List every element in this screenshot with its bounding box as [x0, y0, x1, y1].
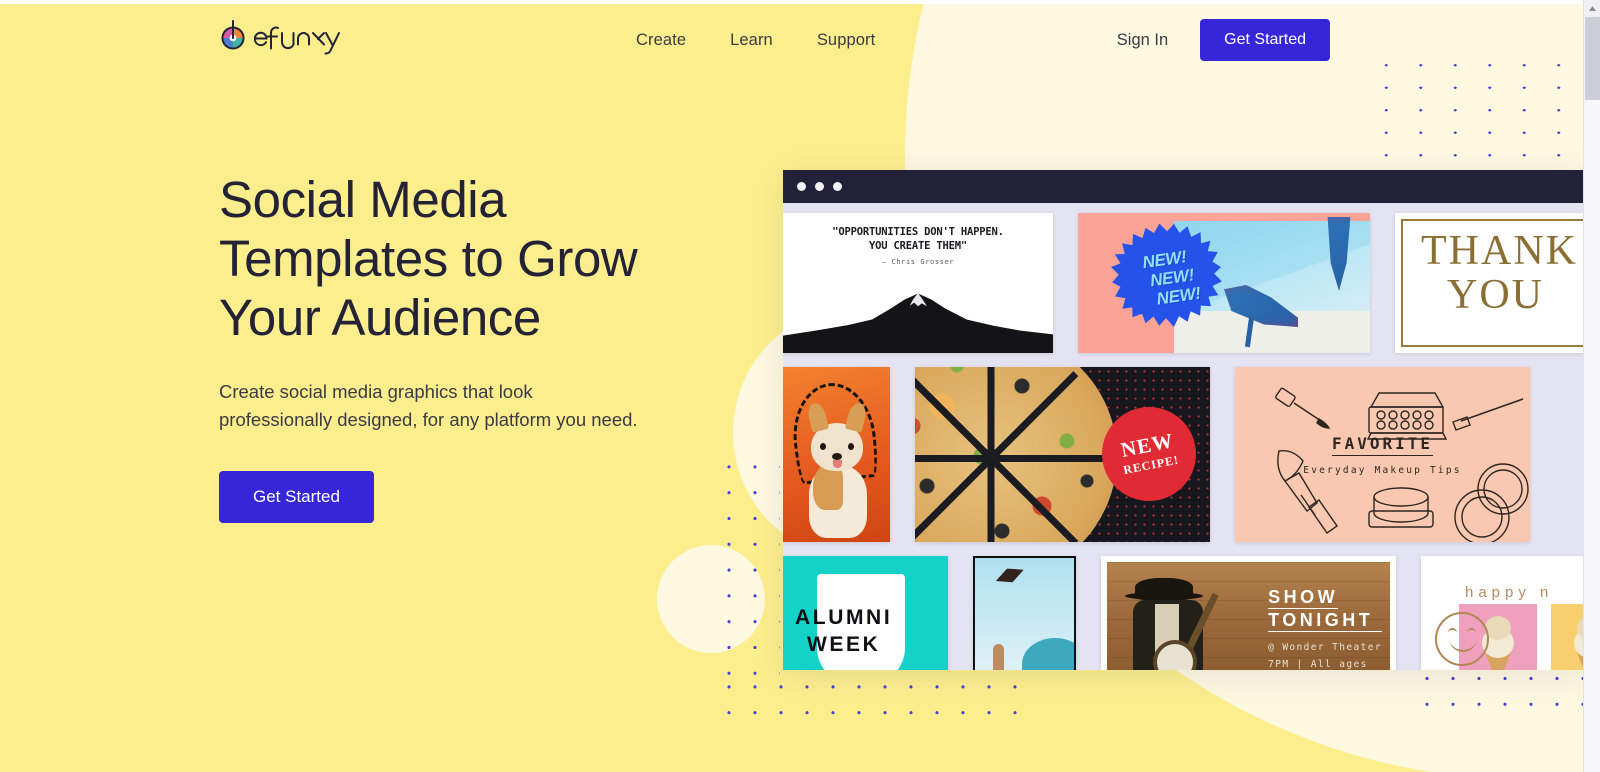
raised-arm — [993, 644, 1004, 670]
nav-item-support[interactable]: Support — [795, 23, 898, 58]
show-line-1: SHOW — [1268, 587, 1339, 609]
smiley-face-icon — [1435, 612, 1489, 666]
pizza-slice-divider — [915, 455, 991, 462]
befunky-logo[interactable] — [219, 16, 344, 62]
browser-mockup: "OPPORTUNITIES DON'T HAPPEN. YOU CREATE … — [783, 170, 1583, 670]
puppy-eye-right — [848, 443, 854, 450]
quote-text: "OPPORTUNITIES DON'T HAPPEN. YOU CREATE … — [783, 213, 1053, 253]
template-row: ALUMNI WEEK SHOW TONIGHT @ Wonder Theate… — [783, 556, 1583, 670]
smiley-eye-left — [1448, 628, 1457, 633]
template-card-happy[interactable]: happy n — [1421, 556, 1583, 670]
template-gallery: "OPPORTUNITIES DON'T HAPPEN. YOU CREATE … — [783, 203, 1583, 670]
pizza-slice-divider — [991, 455, 1111, 462]
hero-title-line-1: Social Media — [219, 171, 507, 228]
hero-get-started-button[interactable]: Get Started — [219, 471, 374, 523]
header-actions: Sign In Get Started — [1117, 0, 1330, 80]
template-card-pizza[interactable]: NEW RECIPE! — [915, 367, 1210, 542]
pizza-slice-divider — [987, 458, 995, 542]
show-text: SHOW TONIGHT @ Wonder Theater 7PM | All … — [1268, 586, 1382, 670]
scrollbar-track[interactable] — [1585, 100, 1600, 772]
happy-header-text: happy n — [1465, 584, 1554, 601]
dot-grid-bottom — [714, 672, 1034, 724]
template-card-alumni[interactable]: ALUMNI WEEK — [783, 556, 948, 670]
makeup-subtitle: Everyday Makeup Tips — [1303, 464, 1462, 476]
puppy-nose — [832, 453, 842, 460]
puppy-eye-left — [820, 443, 826, 450]
thank-you-line-1: THANK — [1421, 228, 1578, 274]
main-navigation: Create Learn Support — [614, 0, 897, 80]
quote-line-1: "OPPORTUNITIES DON'T HAPPEN. — [832, 226, 1004, 238]
show-line-2: TONIGHT — [1268, 609, 1382, 632]
template-row: NEW RECIPE! FAVORITE Everyday Makeup Tip… — [783, 367, 1583, 542]
scrollbar-thumb[interactable] — [1585, 17, 1600, 100]
pizza-slice-divider — [987, 367, 995, 459]
makeup-title: FAVORITE — [1331, 434, 1434, 456]
makeup-text: FAVORITE Everyday Makeup Tips — [1235, 367, 1530, 542]
alumni-line-2: WEEK — [807, 633, 881, 656]
banjo-player — [1125, 578, 1233, 670]
window-dot-icon — [833, 182, 842, 191]
template-card-graduation[interactable] — [973, 556, 1076, 670]
template-card-show[interactable]: SHOW TONIGHT @ Wonder Theater 7PM | All … — [1101, 556, 1396, 670]
browser-scrollbar[interactable] — [1583, 0, 1600, 772]
puppy-tongue — [833, 460, 842, 468]
hero-subtitle: Create social media graphics that look p… — [219, 381, 638, 430]
quote-line-2: YOU CREATE THEM" — [869, 240, 967, 252]
player-hat — [1125, 578, 1203, 600]
alumni-text: ALUMNI WEEK — [795, 604, 940, 658]
smiley-mouth — [1449, 638, 1477, 652]
befunky-logo-icon — [221, 20, 340, 55]
hero-title-line-3: Your Audience — [219, 289, 541, 346]
quote-author: — Chris Grosser — [881, 258, 955, 266]
template-card-thank-you[interactable]: THANK YOU — [1395, 213, 1583, 353]
template-row: "OPPORTUNITIES DON'T HAPPEN. YOU CREATE … — [783, 213, 1583, 353]
puppy-face — [817, 443, 857, 469]
alumni-line-1: ALUMNI — [795, 606, 893, 629]
show-venue: @ Wonder Theater — [1268, 642, 1382, 653]
hero-section: Social Media Templates to Grow Your Audi… — [219, 170, 719, 523]
template-card-makeup[interactable]: FAVORITE Everyday Makeup Tips — [1235, 367, 1530, 542]
show-details: 7PM | All ages — [1268, 659, 1368, 670]
thank-you-text: THANK YOU — [1421, 229, 1578, 317]
window-dot-icon — [797, 182, 806, 191]
template-card-shoes[interactable]: NEW! NEW! NEW! — [1078, 213, 1370, 353]
icecream-photo-yellow — [1551, 604, 1583, 670]
nav-item-learn[interactable]: Learn — [708, 23, 795, 58]
dot-grid-left — [714, 452, 780, 682]
sign-in-link[interactable]: Sign In — [1117, 31, 1168, 50]
page-root: Create Learn Support Sign In Get Started… — [0, 0, 1600, 772]
scroll-up-arrow-icon[interactable] — [1584, 0, 1600, 17]
site-header: Create Learn Support Sign In Get Started — [0, 0, 1583, 80]
header-get-started-button[interactable]: Get Started — [1200, 19, 1330, 61]
mockup-titlebar — [783, 170, 1583, 203]
smiley-eye-right — [1467, 628, 1476, 633]
nav-item-create[interactable]: Create — [614, 23, 708, 58]
page-title: Social Media Templates to Grow Your Audi… — [219, 170, 719, 347]
thank-you-line-2: YOU — [1447, 272, 1544, 318]
template-card-puppy[interactable] — [783, 367, 890, 542]
window-dot-icon — [815, 182, 824, 191]
template-card-quote[interactable]: "OPPORTUNITIES DON'T HAPPEN. YOU CREATE … — [783, 213, 1053, 353]
hero-title-line-2: Templates to Grow — [219, 230, 638, 287]
